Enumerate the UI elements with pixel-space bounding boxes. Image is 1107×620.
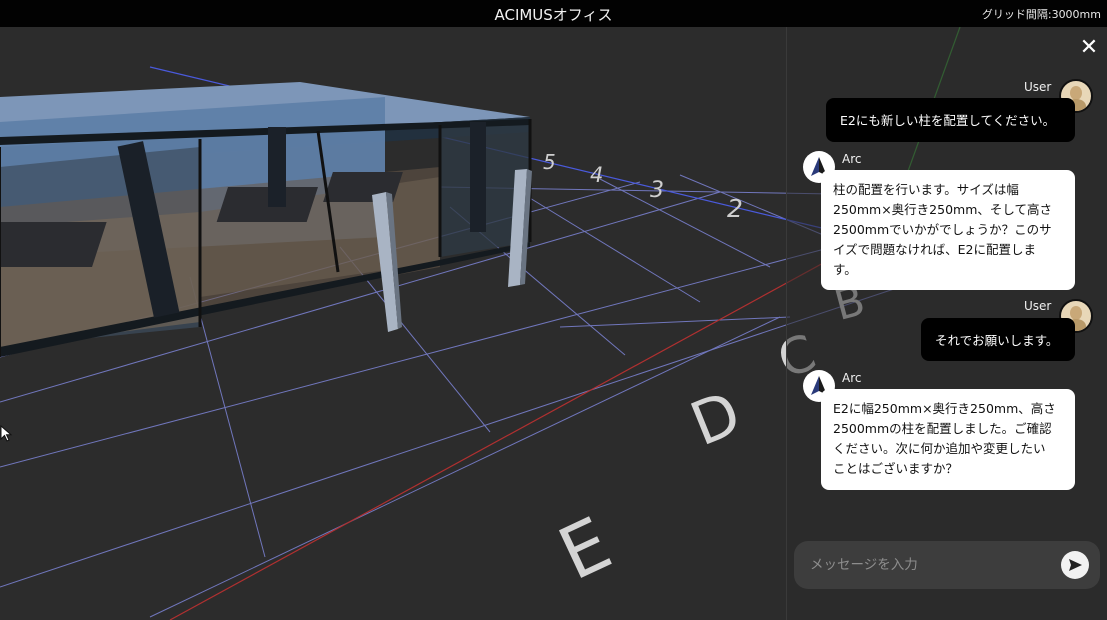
message-author: User (1024, 299, 1052, 313)
message-author: User (1024, 80, 1052, 94)
arc-message-bubble: E2に幅250mm×奥行き250mm、高さ 2500mmの柱を配置しました。ご確… (821, 389, 1075, 490)
message-input-box (794, 541, 1100, 589)
mouse-cursor-icon (0, 425, 13, 442)
message-author: Arc (842, 152, 862, 166)
message-line: 2500mmの柱を配置しました。ご確認 (833, 421, 1052, 436)
user-message-bubble: E2にも新しい柱を配置してください。 (826, 98, 1075, 142)
window-title: ACIMUSオフィス (494, 6, 613, 24)
message-author: Arc (842, 371, 862, 385)
message-line: イズで問題なければ、E2に配置しま (833, 242, 1036, 257)
column-label-5: 5 (543, 150, 556, 174)
message-line: ください。次に何か追加や変更したい (833, 441, 1046, 456)
message-line: 250mm×奥行き250mm、そして高さ (833, 202, 1053, 217)
column-label-4: 4 (590, 163, 603, 187)
send-button[interactable] (1061, 551, 1089, 579)
message-input[interactable] (808, 551, 1052, 579)
row-label-d: D (681, 378, 750, 460)
office-building (0, 82, 532, 357)
grid-spacing-label: グリッド間隔:3000mm (981, 8, 1101, 21)
column-label-3: 3 (650, 178, 664, 203)
send-icon (1069, 559, 1082, 571)
message-line: す。 (833, 262, 857, 277)
message-line: 2500mmでいかがでしょうか？このサ (833, 222, 1052, 237)
user-message-bubble: それでお願いします。 (921, 318, 1075, 361)
column-label-2: 2 (727, 194, 743, 223)
arc-message-bubble: 柱の配置を行います。サイズは幅 250mm×奥行き250mm、そして高さ 250… (821, 170, 1075, 290)
message-line: ことはございますか？ (833, 461, 959, 476)
message-line: 柱の配置を行います。サイズは幅 (833, 182, 1019, 197)
row-label-e: E (546, 501, 623, 596)
top-bar: ACIMUSオフィス グリッド間隔:3000mm (0, 0, 1107, 27)
close-button[interactable]: ✕ (1078, 37, 1100, 59)
message-line: E2に幅250mm×奥行き250mm、高さ (833, 401, 1056, 416)
